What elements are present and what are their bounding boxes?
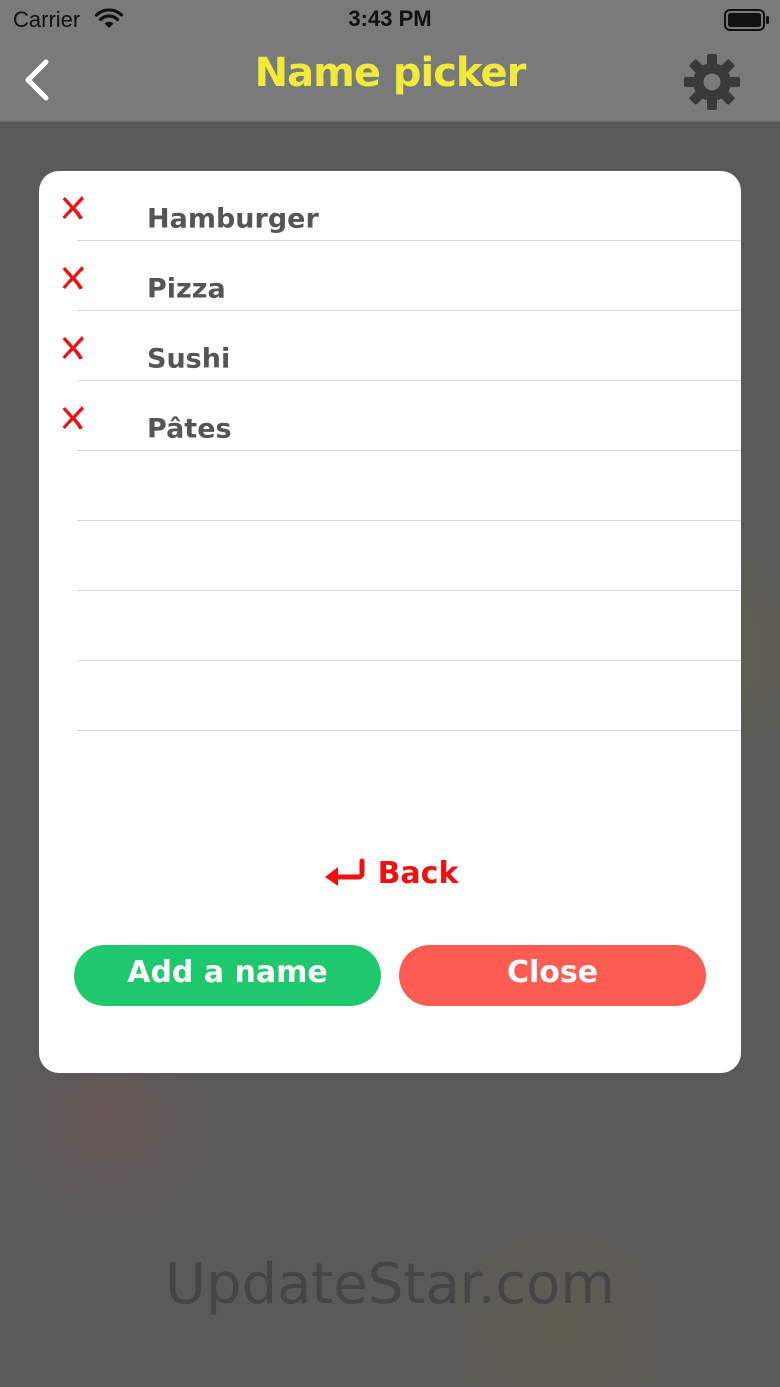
back-link[interactable]: Back: [39, 851, 741, 895]
remove-x-icon[interactable]: [61, 404, 85, 430]
remove-x-icon[interactable]: [61, 264, 85, 290]
return-arrow-icon: [324, 858, 365, 886]
page-title: Name picker: [254, 50, 527, 96]
battery-icon: [724, 9, 769, 31]
list-item: Pâtes: [39, 381, 741, 451]
status-time: 3:43 PM: [348, 6, 432, 31]
list-item: Hamburger: [39, 171, 741, 241]
list-item-label: Sushi: [147, 343, 231, 375]
list-item-empty: [39, 591, 741, 661]
back-label: Back: [377, 855, 459, 891]
add-name-button[interactable]: Add a name: [74, 945, 381, 1006]
close-button[interactable]: Close: [399, 945, 706, 1006]
remove-x-icon[interactable]: [61, 334, 85, 360]
list-item-label: Pizza: [147, 273, 226, 305]
list-item-empty: [39, 451, 741, 521]
list-item: Sushi: [39, 311, 741, 381]
list-item-label: Pâtes: [147, 413, 232, 445]
nav-bar: Name picker: [0, 40, 780, 122]
list-item-empty: [39, 521, 741, 591]
name-list: Hamburger Pizza Sushi Pâtes: [39, 171, 741, 731]
list-item: Pizza: [39, 241, 741, 311]
list-item-label: Hamburger: [147, 203, 319, 235]
name-list-dialog: Hamburger Pizza Sushi Pâtes Back Add a n…: [39, 171, 741, 1073]
list-item-empty: [39, 661, 741, 731]
watermark: UpdateStar.com: [165, 1252, 615, 1317]
gear-icon[interactable]: [682, 52, 742, 112]
remove-x-icon[interactable]: [61, 194, 85, 220]
status-bar: Carrier 3:43 PM: [0, 0, 780, 40]
